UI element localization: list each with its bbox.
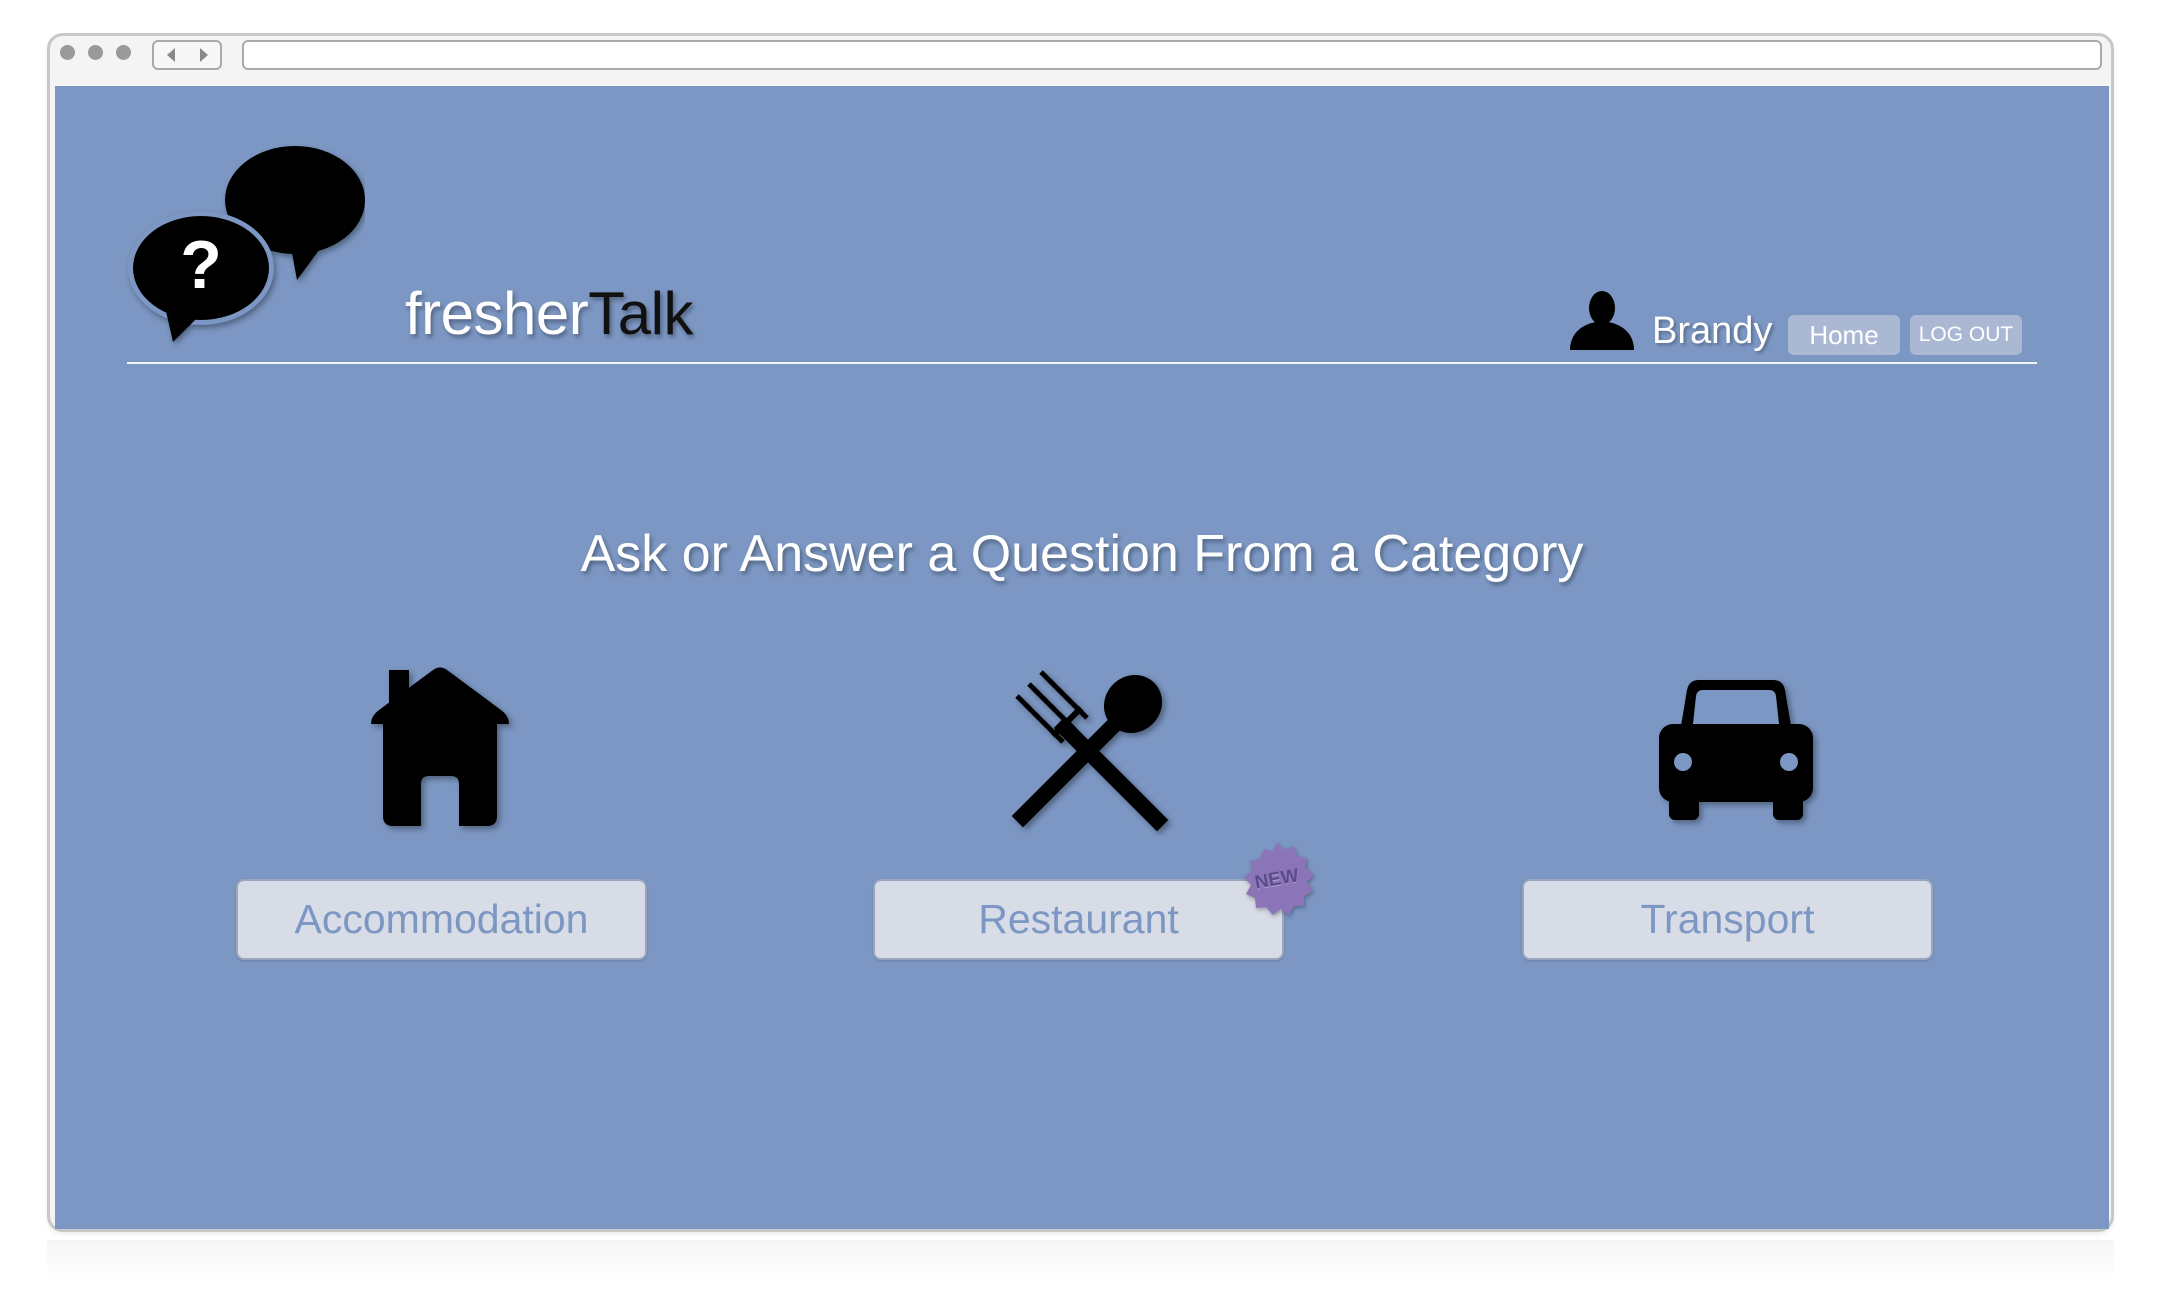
svg-text:?: ? — [180, 227, 222, 303]
badge-label: NEW — [1253, 865, 1301, 894]
user-silhouette-icon — [1570, 291, 1634, 350]
fork-spoon-icon — [1011, 670, 1169, 832]
category-button-restaurant[interactable]: Restaurant — [873, 879, 1284, 960]
brand-part-fresher: fresher — [405, 280, 589, 347]
header-divider — [127, 362, 2037, 364]
logout-button[interactable]: LOG OUT — [1910, 315, 2022, 355]
chevron-right-icon — [199, 48, 208, 62]
browser-nav-buttons — [152, 40, 222, 70]
brand-part-talk: Talk — [588, 280, 693, 347]
house-icon — [371, 667, 509, 826]
new-badge: NEW — [1235, 838, 1319, 922]
speech-bubbles-question-icon: ? — [128, 146, 365, 342]
address-bar[interactable] — [242, 40, 2102, 70]
user-name: Brandy — [1652, 310, 1773, 352]
chevron-left-icon — [166, 48, 175, 62]
app-brand[interactable]: fresherTalk — [405, 284, 693, 344]
page-content: ? fresherTalk Brandy Home LOG OUT Ask or… — [55, 86, 2109, 1229]
window-maximize-dot[interactable] — [116, 45, 131, 60]
page-title: Ask or Answer a Question From a Category — [580, 525, 1584, 583]
window-shadow — [47, 1240, 2114, 1280]
category-button-transport[interactable]: Transport — [1522, 879, 1933, 960]
forward-button[interactable] — [187, 42, 220, 68]
window-close-dot[interactable] — [60, 45, 75, 60]
window-minimize-dot[interactable] — [88, 45, 103, 60]
home-button[interactable]: Home — [1788, 315, 1900, 355]
back-button[interactable] — [154, 42, 187, 68]
category-button-accommodation[interactable]: Accommodation — [236, 879, 647, 960]
car-icon — [1659, 680, 1813, 820]
